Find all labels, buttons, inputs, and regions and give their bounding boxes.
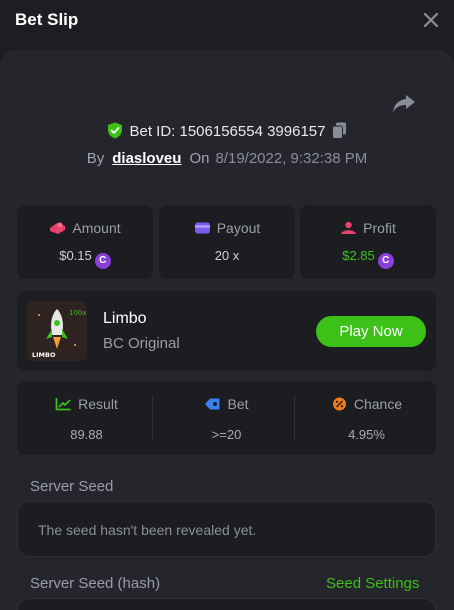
thumbnail-badge: 100x [69,309,87,317]
thumbnail-label: LIMBO [32,351,56,359]
amount-value: $0.15 [59,248,92,263]
amount-icon [50,222,66,234]
bet-author-row: By diasloveu On 8/19/2022, 9:32:38 PM [0,150,454,170]
bet-column: Bet >=20 [157,381,296,455]
payout-value: 20 x [214,248,240,263]
play-now-button[interactable]: Play Now [316,316,426,347]
profit-value: $2.85 [342,248,375,263]
bet-label: Bet [227,396,249,412]
server-seed-hash-field[interactable] [17,598,436,610]
bet-tag-icon [205,398,220,410]
amount-card: Amount $0.15 C [17,205,153,279]
percent-icon [332,397,346,411]
chance-label: Chance [353,396,403,412]
limbo-game-thumbnail: 100x LIMBO [27,301,87,361]
by-label: By [86,150,105,167]
result-value: 89.88 [70,427,103,442]
result-chart-icon [55,398,71,411]
server-seed-label: Server Seed [30,478,114,495]
bet-timestamp: 8/19/2022, 9:32:38 PM [215,150,368,167]
profit-label: Profit [363,220,396,236]
bet-id-row: Bet ID: 1506156554 3996157 [0,122,454,144]
game-name: Limbo [103,310,147,327]
payout-card: Payout 20 x [159,205,295,279]
close-icon[interactable] [421,10,441,30]
chance-value: 4.95% [348,427,385,442]
bet-slip-header: Bet Slip [0,0,454,44]
share-icon[interactable] [392,92,416,114]
server-seed-value: The seed hasn't been revealed yet. [38,522,257,538]
bet-value: >=20 [211,427,242,442]
game-subtitle: BC Original [103,335,180,352]
username-link[interactable]: diasloveu [112,150,181,167]
server-seed-hash-label: Server Seed (hash) [30,575,161,592]
seed-settings-link[interactable]: Seed Settings [326,575,419,592]
shield-check-icon [108,122,123,139]
divider [294,396,295,440]
chance-column: Chance 4.95% [297,381,436,455]
result-card: Result 89.88 Bet >=20 Chance 4.95% [17,381,436,455]
amount-label: Amount [72,220,121,236]
divider [152,396,153,440]
server-seed-field[interactable]: The seed hasn't been revealed yet. [17,501,436,557]
profit-card: Profit $2.85 C [300,205,436,279]
result-label: Result [78,396,118,412]
coin-icon: C [94,253,111,269]
bet-id-text: Bet ID: 1506156554 3996157 [129,123,326,140]
game-card: 100x LIMBO Limbo BC Original Play Now [17,291,436,371]
profit-icon [341,221,357,234]
result-column: Result 89.88 [17,381,156,455]
bet-slip-title: Bet Slip [15,10,79,29]
on-label: On [189,150,210,167]
coin-icon: C [377,253,394,269]
wallet-icon [194,222,210,234]
payout-label: Payout [216,220,261,236]
copy-icon[interactable] [331,122,347,139]
